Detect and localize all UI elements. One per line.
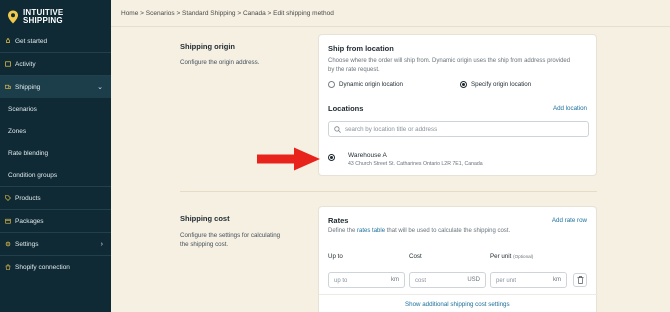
optional-label: (Optional) bbox=[513, 254, 534, 259]
sidebar-item-rate-blending[interactable]: Rate blending bbox=[0, 142, 111, 164]
sidebar-item-shopify-connection[interactable]: Shopify connection bbox=[0, 256, 111, 278]
help-line-1: Choose where the order will ship from. D… bbox=[328, 58, 571, 64]
up-to-field[interactable]: km bbox=[328, 272, 405, 288]
logo-line-2: SHIPPING bbox=[23, 16, 63, 25]
sidebar-item-label: Rate blending bbox=[8, 149, 49, 157]
per-unit-field[interactable]: km bbox=[490, 272, 567, 288]
sidebar-item-get-started[interactable]: Get started bbox=[0, 30, 111, 52]
sidebar-item-label: Products bbox=[15, 194, 41, 202]
rates-title: Rates bbox=[328, 216, 349, 225]
rates-table-link[interactable]: rates table bbox=[357, 228, 385, 234]
cost-input[interactable] bbox=[415, 276, 463, 285]
sidebar-nav: Get started Activity Shipping ⌄ Scenario… bbox=[0, 30, 111, 278]
shopify-icon bbox=[5, 264, 11, 270]
chevron-down-icon: ⌄ bbox=[97, 84, 103, 91]
location-search-input[interactable] bbox=[345, 125, 575, 134]
box-icon bbox=[5, 218, 11, 224]
shipping-cost-description-line-1: Configure the settings for calculating bbox=[180, 232, 281, 239]
search-icon bbox=[334, 126, 341, 133]
dynamic-origin-radio[interactable] bbox=[328, 81, 335, 88]
sidebar-item-packages[interactable]: Packages bbox=[0, 210, 111, 232]
shipping-cost-title: Shipping cost bbox=[180, 214, 230, 223]
shipping-origin-description: Configure the origin address. bbox=[180, 59, 260, 66]
column-up-to: Up to bbox=[328, 253, 343, 260]
sidebar-item-label: Condition groups bbox=[8, 171, 58, 179]
sidebar-item-label: Settings bbox=[15, 240, 39, 248]
cost-unit: USD bbox=[467, 277, 480, 283]
sidebar-item-label: Shopify connection bbox=[15, 263, 70, 271]
sidebar-item-condition-groups[interactable]: Condition groups bbox=[0, 164, 111, 186]
sidebar-item-label: Zones bbox=[8, 127, 27, 135]
sidebar-item-zones[interactable]: Zones bbox=[0, 120, 111, 142]
up-to-unit: km bbox=[391, 277, 399, 283]
specify-origin-label[interactable]: Specify origin location bbox=[471, 81, 531, 88]
delete-rate-row-button[interactable] bbox=[573, 273, 587, 287]
add-location-link[interactable]: Add location bbox=[553, 105, 587, 112]
sidebar-item-scenarios[interactable]: Scenarios bbox=[0, 98, 111, 120]
help-line-2: by the rate request. bbox=[328, 66, 380, 73]
tag-icon bbox=[5, 195, 11, 201]
locations-title: Locations bbox=[328, 104, 364, 113]
trash-icon bbox=[577, 276, 583, 284]
show-additional-settings-link[interactable]: Show additional shipping cost settings bbox=[405, 301, 510, 308]
sidebar-item-settings[interactable]: Settings › bbox=[0, 233, 111, 255]
rates-card-divider bbox=[319, 294, 598, 295]
location-pin-icon bbox=[8, 10, 18, 24]
per-unit-input[interactable] bbox=[496, 276, 546, 285]
rates-help: Define the rates table that will be used… bbox=[328, 227, 593, 236]
column-cost: Cost bbox=[409, 253, 422, 260]
location-search-box[interactable] bbox=[328, 121, 589, 137]
specify-origin-radio[interactable] bbox=[460, 81, 467, 88]
sidebar-item-label: Activity bbox=[15, 60, 36, 68]
column-per-unit: Per unit (Optional) bbox=[490, 253, 533, 260]
ship-from-location-card: Ship from location Choose where the orde… bbox=[318, 34, 597, 176]
warehouse-a-radio[interactable] bbox=[328, 154, 335, 161]
add-rate-row-link[interactable]: Add rate row bbox=[552, 217, 587, 224]
truck-icon bbox=[5, 84, 11, 89]
location-address: 43 Church Street St. Catharines Ontario … bbox=[348, 161, 483, 167]
dynamic-origin-label[interactable]: Dynamic origin location bbox=[339, 81, 403, 88]
chevron-right-icon: › bbox=[100, 240, 103, 248]
per-unit-unit: km bbox=[553, 277, 561, 283]
shipping-cost-description-line-2: the shipping cost. bbox=[180, 241, 229, 248]
rates-card: Rates Add rate row Define the rates tabl… bbox=[318, 206, 598, 312]
logo-text: INTUITIVE SHIPPING bbox=[23, 9, 63, 25]
shipping-cost-description: Configure the settings for calculating t… bbox=[180, 231, 280, 249]
header-divider bbox=[111, 26, 670, 27]
sidebar-item-shipping[interactable]: Shipping ⌄ bbox=[0, 76, 111, 98]
app-logo[interactable]: INTUITIVE SHIPPING bbox=[7, 7, 107, 27]
sidebar-item-label: Shipping bbox=[15, 83, 41, 91]
sidebar-item-label: Packages bbox=[15, 217, 44, 225]
sidebar-item-label: Scenarios bbox=[8, 105, 37, 113]
activity-icon bbox=[5, 61, 11, 67]
location-name[interactable]: Warehouse A bbox=[348, 152, 387, 159]
gear-icon bbox=[5, 241, 11, 247]
ship-from-location-help: Choose where the order will ship from. D… bbox=[328, 57, 593, 74]
sidebar-item-activity[interactable]: Activity bbox=[0, 53, 111, 75]
breadcrumb[interactable]: Home > Scenarios > Standard Shipping > C… bbox=[121, 10, 334, 17]
arrow-right-icon bbox=[257, 147, 320, 171]
rates-help-after: that will be used to calculate the shipp… bbox=[385, 228, 511, 234]
up-to-input[interactable] bbox=[334, 276, 384, 285]
cost-field[interactable]: USD bbox=[409, 272, 486, 288]
column-per-unit-label: Per unit bbox=[490, 253, 512, 260]
ship-from-location-title: Ship from location bbox=[328, 44, 394, 53]
sidebar-item-products[interactable]: Products bbox=[0, 187, 111, 209]
rates-help-before: Define the bbox=[328, 228, 358, 234]
sidebar-item-label: Get started bbox=[15, 37, 48, 45]
rocket-icon bbox=[6, 38, 10, 43]
shipping-origin-title: Shipping origin bbox=[180, 42, 235, 51]
sidebar: INTUITIVE SHIPPING Get started Activity … bbox=[0, 0, 111, 312]
section-divider bbox=[180, 191, 597, 192]
